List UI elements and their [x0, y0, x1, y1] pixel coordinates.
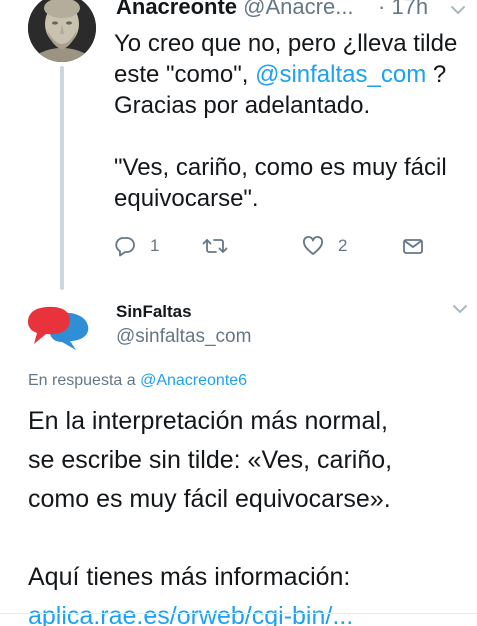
- parent-text-line: Yo creo que no, pero ¿lleva tilde: [114, 30, 458, 57]
- like-button[interactable]: 2: [302, 232, 347, 260]
- parent-text-line: este "como", @sinfaltas_com ?: [114, 59, 469, 90]
- parent-text-segment: este "como",: [114, 61, 256, 88]
- reply-button[interactable]: 1: [114, 232, 159, 260]
- reply-text-line: Aquí tienes más información:: [28, 563, 351, 591]
- divider: [0, 613, 477, 614]
- replying-to-mention[interactable]: @Anacreonte6: [140, 372, 247, 389]
- direct-message-button[interactable]: [402, 232, 424, 260]
- like-count: 2: [338, 236, 348, 255]
- speech-bubbles-logo-icon: [28, 306, 89, 350]
- parent-tweet-text: Yo creo que no, pero ¿lleva tilde este "…: [114, 28, 469, 214]
- mention-link[interactable]: @sinfaltas_com: [255, 61, 426, 88]
- reply-icon: [115, 237, 135, 257]
- parent-display-name[interactable]: Anacreonte: [116, 0, 237, 19]
- parent-tweet-header: Anacreonte @Anacre... · 17h: [116, 0, 466, 24]
- heart-icon: [303, 236, 323, 255]
- bust-portrait-icon: [28, 0, 96, 62]
- parent-text-segment: ?: [426, 61, 447, 88]
- envelope-icon: [403, 239, 423, 254]
- parent-timestamp[interactable]: · 17h: [378, 0, 428, 20]
- reply-text-line: se escribe sin tilde: «Ves, cariño,: [28, 446, 393, 474]
- replying-to: En respuesta a @Anacreonte6: [28, 372, 247, 390]
- replying-prefix: En respuesta a: [28, 372, 141, 389]
- reply-handle[interactable]: @sinfaltas_com: [116, 326, 251, 348]
- reply-text-line: como es muy fácil equivocarse».: [28, 485, 391, 513]
- parent-text-line: equivocarse".: [114, 185, 259, 212]
- rae-link[interactable]: aplica.rae.es/orweb/cgi-bin/...: [28, 597, 468, 626]
- reply-count: 1: [150, 236, 160, 255]
- avatar-anacreonte[interactable]: [28, 0, 96, 62]
- reply-text-line: En la interpretación más normal,: [28, 407, 388, 435]
- tweet-thread: Anacreonte @Anacre... · 17h Yo creo que …: [0, 0, 477, 626]
- parent-action-bar: 1 2: [114, 232, 444, 260]
- retweet-icon: [202, 239, 228, 253]
- parent-handle[interactable]: @Anacre...: [243, 0, 353, 19]
- parent-text-line: "Ves, cariño, como es muy fácil: [114, 154, 447, 181]
- chevron-down-icon[interactable]: [450, 4, 466, 16]
- retweet-button[interactable]: [202, 232, 228, 260]
- reply-tweet-text: En la interpretación más normal, se escr…: [28, 402, 468, 626]
- avatar-sinfaltas[interactable]: [24, 300, 94, 356]
- parent-text-line: Gracias por adelantado.: [114, 92, 371, 119]
- chevron-down-icon[interactable]: [452, 303, 468, 315]
- thread-connector-line: [60, 66, 64, 290]
- reply-display-name[interactable]: SinFaltas: [116, 302, 192, 322]
